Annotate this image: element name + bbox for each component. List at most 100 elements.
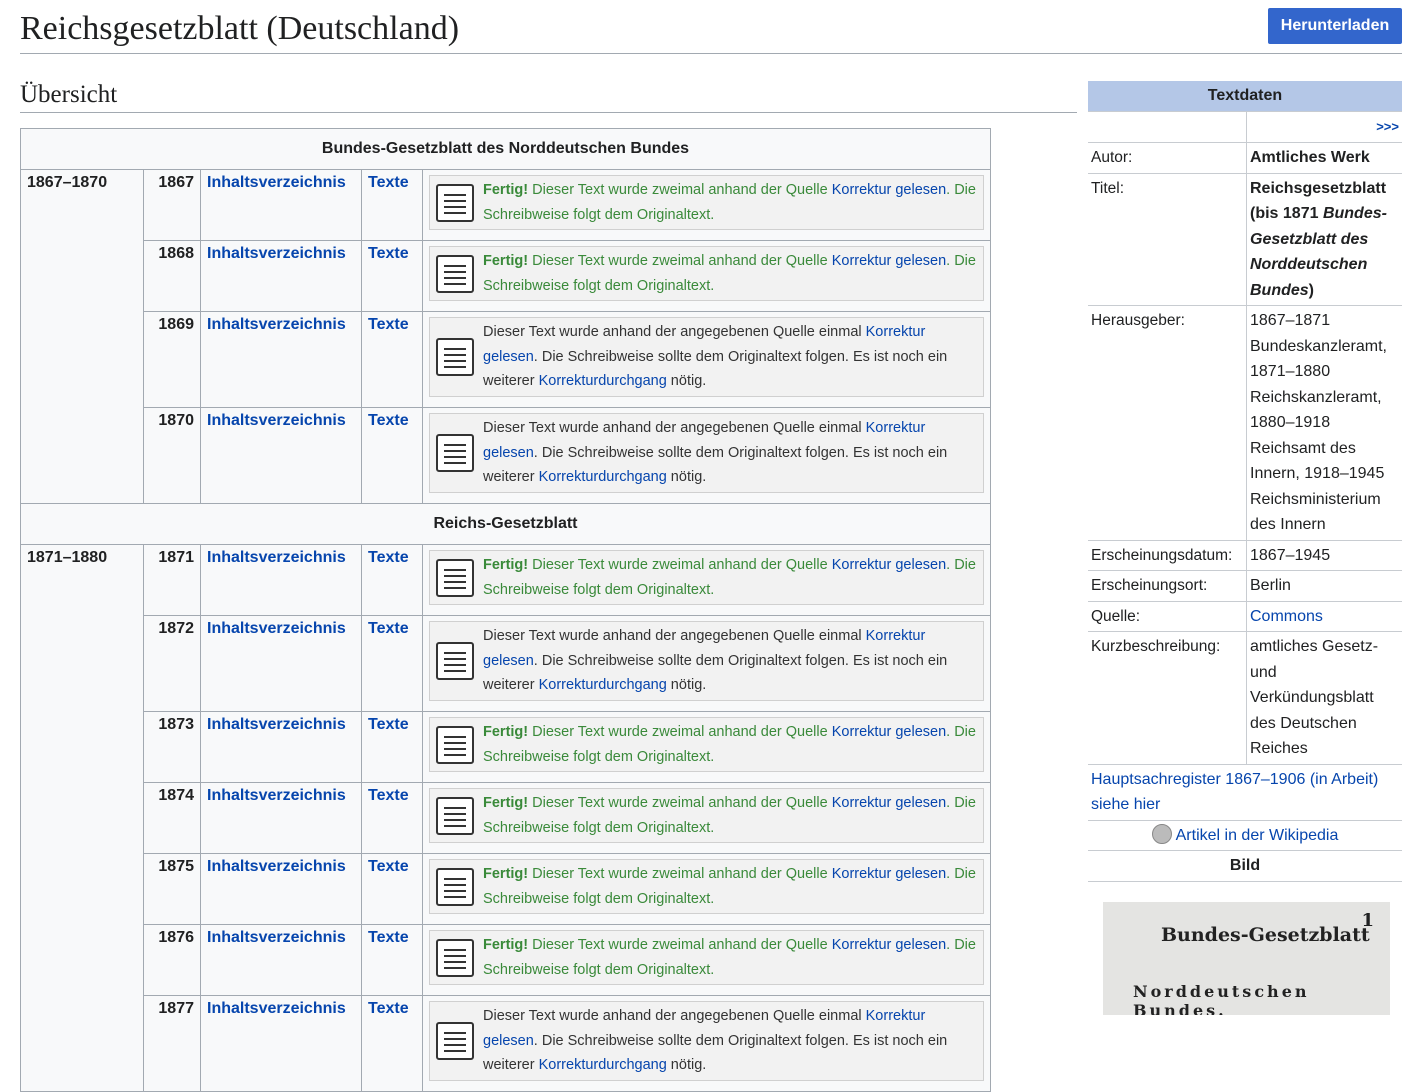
status-text-pre: Dieser Text wurde anhand der angegebenen…: [483, 324, 866, 340]
status-text: Fertig! Dieser Text wurde zweimal anhand…: [483, 933, 977, 982]
status-done-label: Fertig!: [483, 937, 528, 953]
index-link[interactable]: Inhaltsverzeichnis: [201, 170, 362, 241]
image-text-subtitle: Norddeutschen Bundes.: [1133, 982, 1390, 1015]
register-link[interactable]: Hauptsachregister 1867–1906 (in Arbeit) …: [1088, 764, 1402, 820]
section-heading: Übersicht: [20, 80, 117, 110]
texts-link[interactable]: Texte: [362, 312, 423, 408]
index-link[interactable]: Inhaltsverzeichnis: [201, 545, 362, 616]
proofread-status-box: Fertig! Dieser Text wurde zweimal anhand…: [429, 859, 984, 914]
status-text: Fertig! Dieser Text wurde zweimal anhand…: [483, 178, 977, 227]
wikipedia-row: Artikel in der Wikipedia: [1088, 820, 1402, 851]
texts-link[interactable]: Texte: [362, 925, 423, 996]
infobox-empty-cell: [1088, 112, 1247, 143]
table-row: 1870InhaltsverzeichnisTexte Dieser Text w…: [21, 408, 991, 504]
status-text-pre: Dieser Text wurde anhand der angegebenen…: [483, 1008, 866, 1024]
place-value: Berlin: [1247, 571, 1402, 602]
document-icon: [436, 939, 474, 977]
download-button[interactable]: Herunterladen: [1268, 8, 1402, 44]
texts-link[interactable]: Texte: [362, 712, 423, 783]
source-link[interactable]: Commons: [1247, 601, 1402, 632]
table-row: 1867–18701867InhaltsverzeichnisTexteFert…: [21, 170, 991, 241]
date-value: 1867–1945: [1247, 540, 1402, 571]
proofread-pass-link[interactable]: Korrekturdurchgang: [539, 469, 667, 485]
document-icon: [436, 255, 474, 293]
proofread-status-box: Fertig! Dieser Text wurde zweimal anhand…: [429, 788, 984, 843]
table-row: 1874InhaltsverzeichnisTexteFertig! Diese…: [21, 783, 991, 854]
status-done-label: Fertig!: [483, 795, 528, 811]
status-text: Fertig! Dieser Text wurde zweimal anhand…: [483, 553, 977, 602]
proofread-status-box: Fertig! Dieser Text wurde zweimal anhand…: [429, 717, 984, 772]
status-cell: Fertig! Dieser Text wurde zweimal anhand…: [423, 241, 991, 312]
title-divider: [20, 53, 1402, 54]
year-cell: 1870: [144, 408, 201, 504]
author-label: Autor:: [1088, 143, 1247, 174]
proofread-link[interactable]: Korrektur gelesen: [832, 937, 946, 953]
status-text-pre: Dieser Text wurde zweimal anhand der Que…: [528, 937, 832, 953]
proofread-link[interactable]: Korrektur gelesen: [832, 182, 946, 198]
date-label: Erscheinungsdatum:: [1088, 540, 1247, 571]
status-text-post: nötig.: [667, 1057, 707, 1073]
proofread-link[interactable]: Korrektur gelesen: [832, 253, 946, 269]
status-text: Dieser Text wurde anhand der angegebenen…: [483, 320, 977, 394]
index-link[interactable]: Inhaltsverzeichnis: [201, 712, 362, 783]
table-row: 1875InhaltsverzeichnisTexteFertig! Diese…: [21, 854, 991, 925]
document-icon: [436, 559, 474, 597]
wikipedia-link[interactable]: Artikel in der Wikipedia: [1176, 827, 1339, 844]
proofread-pass-link[interactable]: Korrekturdurchgang: [539, 1057, 667, 1073]
source-label: Quelle:: [1088, 601, 1247, 632]
proofread-pass-link[interactable]: Korrekturdurchgang: [539, 373, 667, 389]
year-cell: 1874: [144, 783, 201, 854]
status-text-post: nötig.: [667, 469, 707, 485]
proofread-link[interactable]: Korrektur gelesen: [832, 724, 946, 740]
title-page-image[interactable]: 1 Bundes-Gesetzblatt Norddeutschen Bunde…: [1103, 902, 1390, 1015]
proofread-status-box: Fertig! Dieser Text wurde zweimal anhand…: [429, 550, 984, 605]
group-heading: Bundes-Gesetzblatt des Norddeutschen Bun…: [21, 129, 991, 170]
texts-link[interactable]: Texte: [362, 170, 423, 241]
page-title: Reichsgesetzblatt (Deutschland): [20, 8, 459, 50]
texts-link[interactable]: Texte: [362, 783, 423, 854]
proofread-link[interactable]: Korrektur gelesen: [832, 557, 946, 573]
index-link[interactable]: Inhaltsverzeichnis: [201, 925, 362, 996]
texts-link[interactable]: Texte: [362, 616, 423, 712]
index-link[interactable]: Inhaltsverzeichnis: [201, 996, 362, 1092]
status-text-pre: Dieser Text wurde zweimal anhand der Que…: [528, 557, 832, 573]
texts-link[interactable]: Texte: [362, 241, 423, 312]
proofread-link[interactable]: Korrektur gelesen: [832, 866, 946, 882]
status-text-pre: Dieser Text wurde zweimal anhand der Que…: [528, 253, 832, 269]
proofread-pass-link[interactable]: Korrekturdurchgang: [539, 677, 667, 693]
texts-link[interactable]: Texte: [362, 545, 423, 616]
index-link[interactable]: Inhaltsverzeichnis: [201, 408, 362, 504]
status-cell: Fertig! Dieser Text wurde zweimal anhand…: [423, 925, 991, 996]
proofread-link[interactable]: Korrektur gelesen: [832, 795, 946, 811]
index-link[interactable]: Inhaltsverzeichnis: [201, 783, 362, 854]
document-icon: [436, 642, 474, 680]
index-link[interactable]: Inhaltsverzeichnis: [201, 241, 362, 312]
status-text-pre: Dieser Text wurde zweimal anhand der Que…: [528, 866, 832, 882]
texts-link[interactable]: Texte: [362, 408, 423, 504]
proofread-status-box: Fertig! Dieser Text wurde zweimal anhand…: [429, 175, 984, 230]
status-text-pre: Dieser Text wurde anhand der angegebenen…: [483, 420, 866, 436]
texts-link[interactable]: Texte: [362, 854, 423, 925]
year-cell: 1877: [144, 996, 201, 1092]
index-link[interactable]: Inhaltsverzeichnis: [201, 616, 362, 712]
year-cell: 1875: [144, 854, 201, 925]
author-value: Amtliches Werk: [1247, 143, 1402, 174]
status-cell: Dieser Text wurde anhand der angegebenen…: [423, 312, 991, 408]
index-link[interactable]: Inhaltsverzeichnis: [201, 854, 362, 925]
document-icon: [436, 797, 474, 835]
status-text-post: nötig.: [667, 677, 707, 693]
overview-table: Bundes-Gesetzblatt des Norddeutschen Bun…: [20, 128, 991, 1092]
status-done-label: Fertig!: [483, 866, 528, 882]
image-heading: Bild: [1088, 851, 1402, 882]
title-value-part2: ): [1309, 282, 1314, 299]
proofread-status-box: Dieser Text wurde anhand der angegebenen…: [429, 413, 984, 493]
title-label: Titel:: [1088, 173, 1247, 306]
more-link[interactable]: >>>: [1247, 112, 1402, 143]
year-cell: 1872: [144, 616, 201, 712]
index-link[interactable]: Inhaltsverzeichnis: [201, 312, 362, 408]
year-cell: 1873: [144, 712, 201, 783]
texts-link[interactable]: Texte: [362, 996, 423, 1092]
table-row: 1871–18801871InhaltsverzeichnisTexteFert…: [21, 545, 991, 616]
publisher-label: Herausgeber:: [1088, 306, 1247, 541]
document-icon: [436, 1022, 474, 1060]
